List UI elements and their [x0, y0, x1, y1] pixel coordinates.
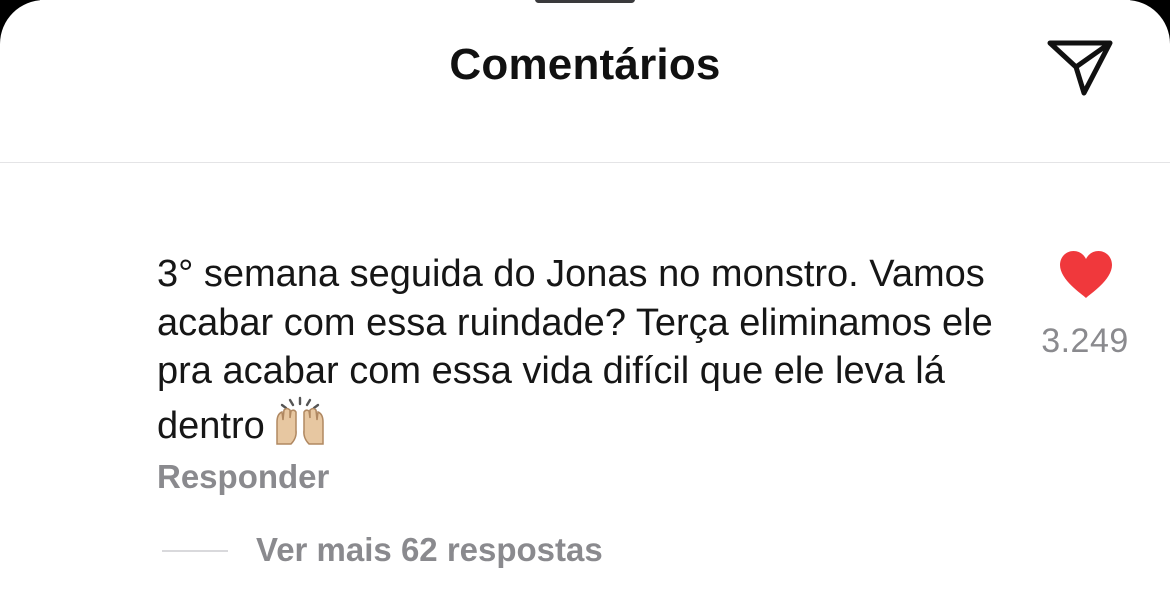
sheet-grabber[interactable]: [535, 0, 635, 3]
header-divider: [0, 162, 1170, 163]
comments-screen: Comentários 3° semana seguida do Jonas n…: [0, 0, 1170, 610]
send-icon: [1047, 40, 1113, 96]
like-button[interactable]: [1058, 250, 1114, 300]
replies-divider-line: [162, 550, 228, 552]
page-title: Comentários: [449, 40, 721, 89]
reply-button[interactable]: Responder: [157, 458, 329, 496]
view-more-replies-button[interactable]: Ver mais 62 respostas: [256, 531, 603, 569]
comments-sheet: Comentários 3° semana seguida do Jonas n…: [0, 0, 1170, 610]
comment-body: 3° semana seguida do Jonas no monstro. V…: [157, 250, 997, 458]
heart-icon: [1060, 251, 1112, 298]
raising-hands-emoji-icon: [271, 396, 329, 459]
share-button[interactable]: [1040, 32, 1120, 104]
like-count: 3.249: [1041, 322, 1129, 360]
